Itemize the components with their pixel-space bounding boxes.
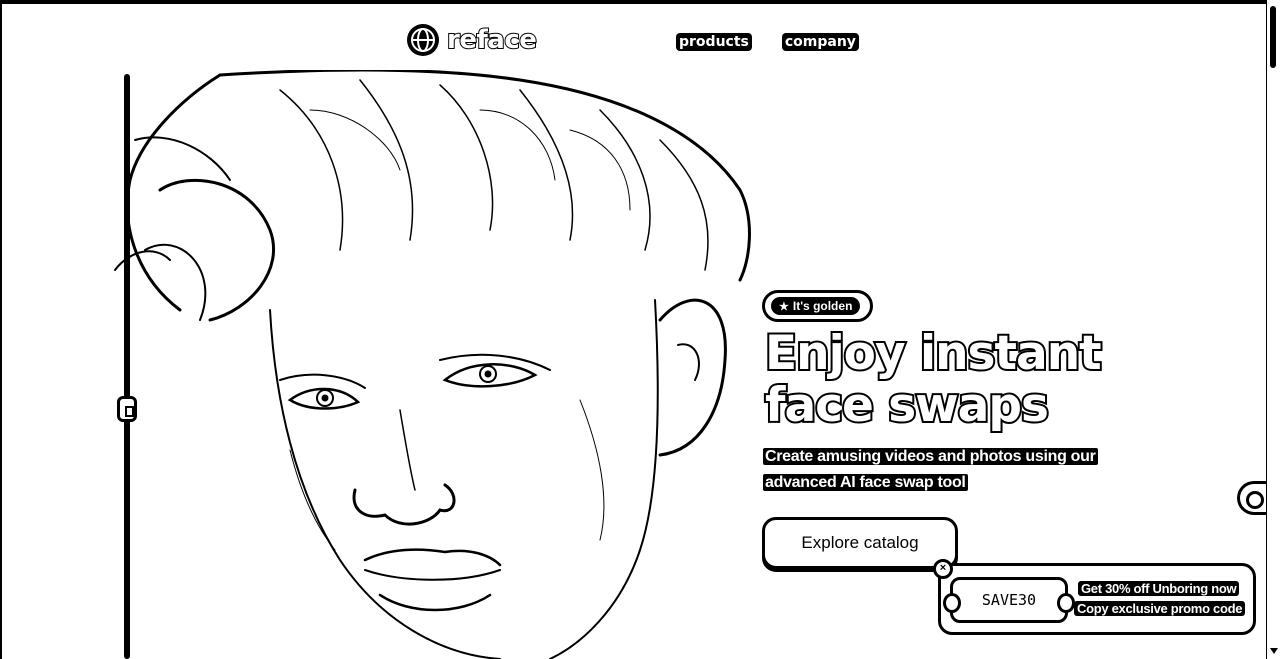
promo-code-text: SAVE30 [981,591,1037,609]
subtext-line-2: advanced AI face swap tool [763,474,968,491]
badge-pill: ★ It's golden [771,297,861,315]
compare-slider-track[interactable] [124,74,130,659]
nav-company[interactable]: company [781,33,859,51]
chat-icon[interactable] [1237,481,1267,515]
subtext-line-1: Create amusing videos and photos using o… [763,448,1098,465]
logo-text: reface [446,24,538,56]
explore-catalog-button[interactable]: Explore catalog [762,517,958,569]
top-nav: products company [676,33,859,51]
hero-headline: Enjoy instant face swaps [763,326,1104,434]
star-icon: ★ [779,300,789,313]
scrollbar-thumb[interactable] [1270,6,1276,68]
badge-label: It's golden [792,299,853,313]
promo-title: Get 30% off Unboring now [1078,581,1240,596]
compare-slider-handle[interactable] [117,396,137,422]
golden-badge: ★ It's golden [762,290,874,322]
page-scrollbar[interactable] [1266,0,1280,659]
globe-logo-icon [407,24,439,56]
hero-face-image [114,70,751,659]
reface-logo[interactable]: reface [405,22,538,58]
nav-products[interactable]: products [676,33,752,51]
promo-close-icon[interactable]: × [933,559,953,579]
hero-subtext: Create amusing videos and photos using o… [763,444,1143,496]
scroll-down-arrow-icon[interactable] [1270,648,1278,654]
promo-subtitle: Copy exclusive promo code [1074,601,1246,616]
promo-code-ticket[interactable]: SAVE30 [943,577,1075,623]
